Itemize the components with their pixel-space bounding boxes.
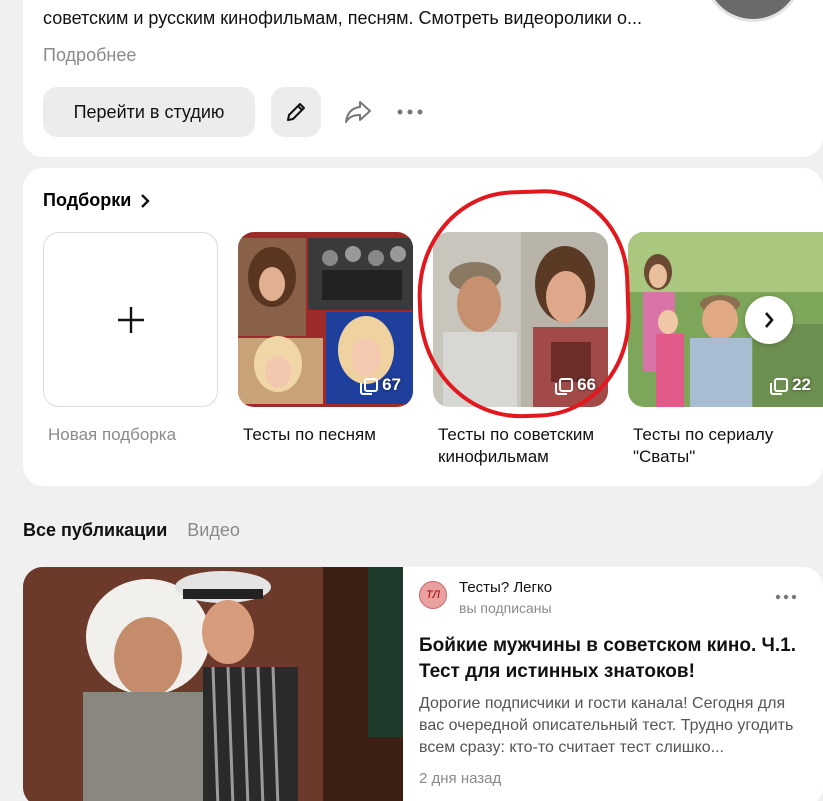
stack-icon (360, 378, 379, 395)
stack-icon (770, 378, 789, 395)
collections-next-button[interactable] (745, 296, 793, 344)
go-to-studio-button[interactable]: Перейти в студию (43, 87, 255, 137)
collection-label-soviet-films: Тесты по советским кинофильмам (438, 425, 595, 466)
subscription-status: вы подписаны (459, 600, 552, 616)
new-collection-tile[interactable] (43, 232, 218, 407)
chevron-right-icon (141, 193, 151, 208)
collections-title-label: Подборки (43, 190, 132, 210)
chevron-right-icon (765, 312, 774, 328)
post-card[interactable]: ТЛ Тесты? Легко вы подписаны Бойкие мужч… (23, 567, 823, 801)
channel-avatar-small[interactable]: ТЛ (419, 581, 447, 609)
channel-avatar (703, 0, 803, 22)
more-horizontal-icon (775, 594, 797, 600)
post-excerpt: Дорогие подписчики и гости канала! Сегод… (419, 695, 794, 756)
new-collection-label: Новая подборка (48, 425, 177, 444)
item-count: 22 (792, 375, 811, 394)
item-count-badge: 67 (360, 375, 401, 395)
channel-name[interactable]: Тесты? Легко (459, 579, 552, 596)
more-link[interactable]: Подробнее (43, 45, 136, 66)
item-count: 66 (577, 375, 596, 394)
post-date: 2 дня назад (419, 770, 502, 787)
collection-tile-songs[interactable]: 67 (238, 232, 413, 407)
post-more-button[interactable] (775, 587, 797, 605)
edit-button[interactable] (271, 87, 321, 137)
tab-all-publications[interactable]: Все публикации (23, 520, 167, 541)
item-count-badge: 22 (770, 375, 811, 395)
share-icon (345, 101, 371, 123)
collections-card: Подборки Новая подборка 67 Тесты по песн… (23, 168, 823, 486)
stack-icon (555, 378, 574, 395)
channel-description: советским и русским кинофильмам, песням.… (43, 8, 643, 28)
collection-tile-soviet-films[interactable]: 66 (433, 232, 608, 407)
more-horizontal-icon (397, 109, 423, 115)
collection-label-songs: Тесты по песням (243, 425, 376, 444)
channel-header-card: советским и русским кинофильмам, песням.… (23, 0, 823, 157)
more-options-button[interactable] (395, 95, 425, 129)
collection-tile-svaty[interactable]: 22 (628, 232, 823, 407)
share-button[interactable] (341, 95, 375, 129)
feed-tabs: Все публикации Видео (23, 520, 240, 541)
item-count: 67 (382, 375, 401, 394)
collection-label-svaty: Тесты по сериалу "Сваты" (633, 425, 774, 466)
collections-title[interactable]: Подборки (43, 190, 151, 211)
post-image (23, 567, 403, 801)
pencil-icon (287, 103, 305, 121)
plus-icon (117, 306, 144, 333)
post-thumbnail[interactable] (23, 567, 403, 801)
item-count-badge: 66 (555, 375, 596, 395)
tab-video[interactable]: Видео (187, 520, 240, 541)
post-title[interactable]: Бойкие мужчины в советском кино. Ч.1. Те… (419, 633, 811, 685)
